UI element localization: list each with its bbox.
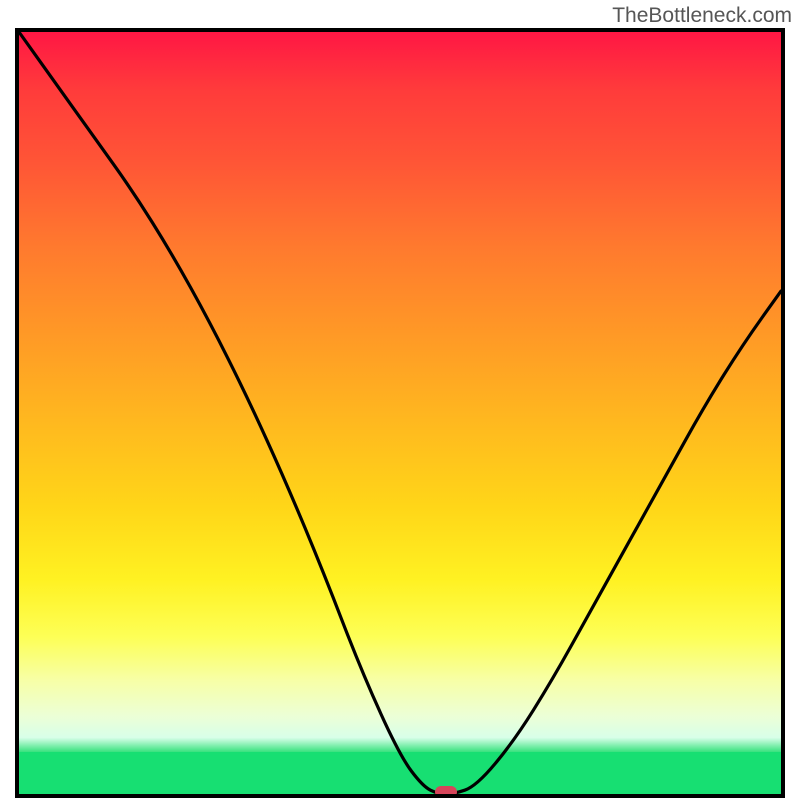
marker-pill [435,786,457,798]
bottleneck-curve [15,28,785,798]
watermark-text: TheBottleneck.com [612,4,792,28]
chart-container: TheBottleneck.com [0,0,800,800]
curve-path [19,32,781,794]
